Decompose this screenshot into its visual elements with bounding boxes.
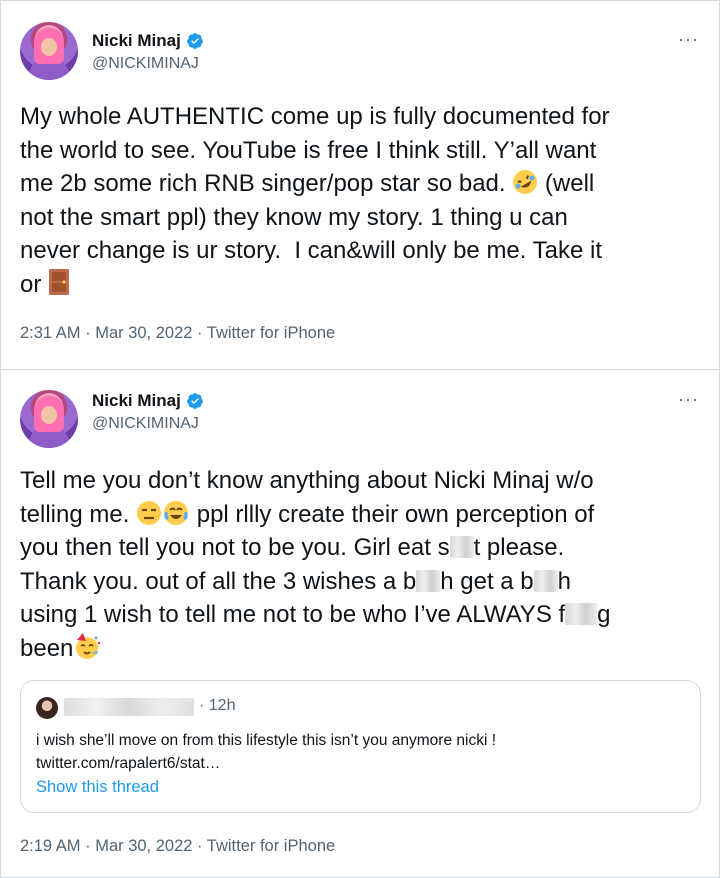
quoted-tweet-card[interactable]: · 12h i wish she’ll move on from this li… [20,680,701,813]
quoted-tweet-link[interactable]: twitter.com/rapalert6/stat… [36,755,220,772]
tweet-timestamp[interactable]: 2:31 AM · Mar 30, 2022 · Twitter for iPh… [20,324,335,343]
tears-of-joy-emoji [164,500,189,525]
author-name[interactable]: Nicki Minaj [92,391,181,411]
show-thread-link[interactable]: Show this thread [36,778,159,797]
tweet[interactable]: Nicki Minaj @NICKIMINAJ ··· My whole AUT… [1,1,719,370]
censored-text [449,536,474,558]
quoted-author-name-censored [64,698,194,716]
avatar[interactable] [20,22,78,80]
tweet-text: My whole AUTHENTIC come up is fully docu… [20,103,610,298]
rolling-on-floor-laughing-emoji [513,170,538,194]
verified-badge-icon [186,393,203,409]
partying-face-emoji [76,632,101,659]
tweet-text: Tell me you don’t know anything about Ni… [20,467,611,662]
author-name[interactable]: Nicki Minaj [92,31,181,51]
censored-text [533,569,558,592]
more-options-icon[interactable]: ··· [678,389,699,410]
more-options-icon[interactable]: ··· [678,29,699,50]
avatar[interactable] [20,390,78,448]
tweet-screenshot: Nicki Minaj @NICKIMINAJ ··· My whole AUT… [0,0,720,878]
expressionless-face-emoji [137,500,162,525]
quoted-tweet-text: i wish she’ll move on from this lifestyl… [36,732,496,772]
door-emoji [49,268,70,295]
verified-badge-icon [186,33,203,49]
author-handle[interactable]: @NICKIMINAJ [92,55,199,73]
quoted-tweet-time[interactable]: · 12h [199,697,235,715]
tweet-timestamp[interactable]: 2:19 AM · Mar 30, 2022 · Twitter for iPh… [20,837,335,856]
censored-text [565,603,598,625]
quoted-author-avatar[interactable] [36,697,58,719]
author-handle[interactable]: @NICKIMINAJ [92,415,199,433]
censored-text [416,569,441,592]
tweet[interactable]: Nicki Minaj @NICKIMINAJ ··· Tell me you … [1,370,719,877]
